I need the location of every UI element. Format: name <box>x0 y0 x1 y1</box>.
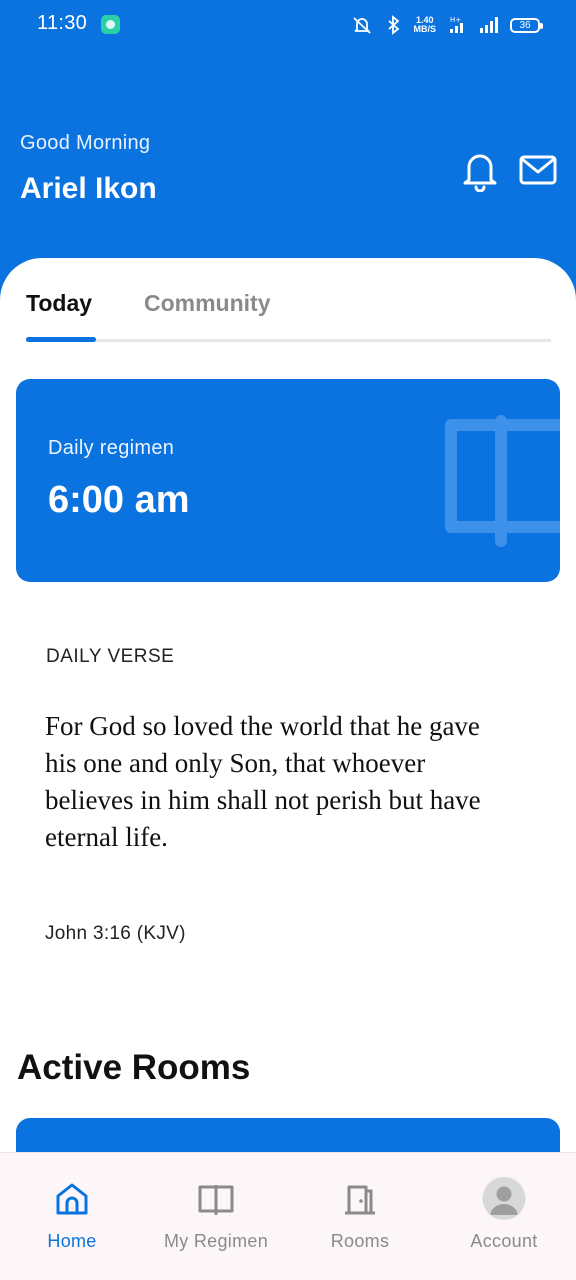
status-bar: 11:30 1.40 MB/S H+ 36 <box>0 0 576 52</box>
daily-verse-reference: John 3:16 (KJV) <box>45 923 186 944</box>
home-icon <box>56 1183 88 1215</box>
door-icon <box>345 1185 375 1215</box>
regimen-time: 6:00 am <box>48 479 190 521</box>
regimen-label: Daily regimen <box>48 437 175 459</box>
bluetooth-icon <box>387 15 399 35</box>
avatar-icon <box>482 1177 526 1220</box>
tab-bar: Today Community <box>26 288 551 342</box>
svg-text:H+: H+ <box>450 16 461 24</box>
daily-verse-text: For God so loved the world that he gave … <box>45 711 481 852</box>
user-name: Ariel Ikon <box>20 172 157 205</box>
status-time: 11:30 <box>37 12 88 34</box>
nav-rooms-label: Rooms <box>330 1231 390 1251</box>
bell-icon[interactable] <box>460 150 500 192</box>
daily-regimen-card[interactable]: Daily regimen 6:00 am <box>16 379 560 582</box>
nav-rooms[interactable]: Rooms <box>288 1153 432 1280</box>
network-speed: 1.40 MB/S <box>413 15 437 34</box>
nav-account-label: Account <box>470 1231 538 1251</box>
header-background: 11:30 1.40 MB/S H+ 36 Good Morning Ariel… <box>0 0 576 300</box>
nav-my-regimen[interactable]: My Regimen <box>144 1153 288 1280</box>
nav-my-regimen-label: My Regimen <box>163 1231 269 1251</box>
signal-icon <box>480 17 498 33</box>
status-icons: 1.40 MB/S H+ 36 <box>350 12 543 38</box>
nav-home-label: Home <box>47 1231 97 1251</box>
nav-home[interactable]: Home <box>0 1153 144 1280</box>
open-book-icon <box>445 415 560 547</box>
signal-h-plus-icon: H+ <box>450 16 463 33</box>
daily-verse-heading: DAILY VERSE <box>46 646 175 667</box>
tab-community[interactable]: Community <box>144 290 271 317</box>
active-tab-indicator <box>26 337 96 342</box>
mail-icon[interactable] <box>516 150 560 190</box>
bottom-navigation: Home My Regimen Rooms Account <box>0 1152 576 1280</box>
book-icon <box>198 1185 234 1215</box>
nav-account[interactable]: Account <box>432 1153 576 1280</box>
greeting-text: Good Morning <box>20 132 151 154</box>
battery-icon: 36 <box>510 17 543 33</box>
tab-today[interactable]: Today <box>26 290 92 317</box>
chat-app-icon <box>101 15 120 34</box>
mute-icon <box>352 17 371 34</box>
active-rooms-heading: Active Rooms <box>17 1048 251 1087</box>
main-sheet: Today Community Daily regimen 6:00 am DA… <box>0 258 576 1280</box>
